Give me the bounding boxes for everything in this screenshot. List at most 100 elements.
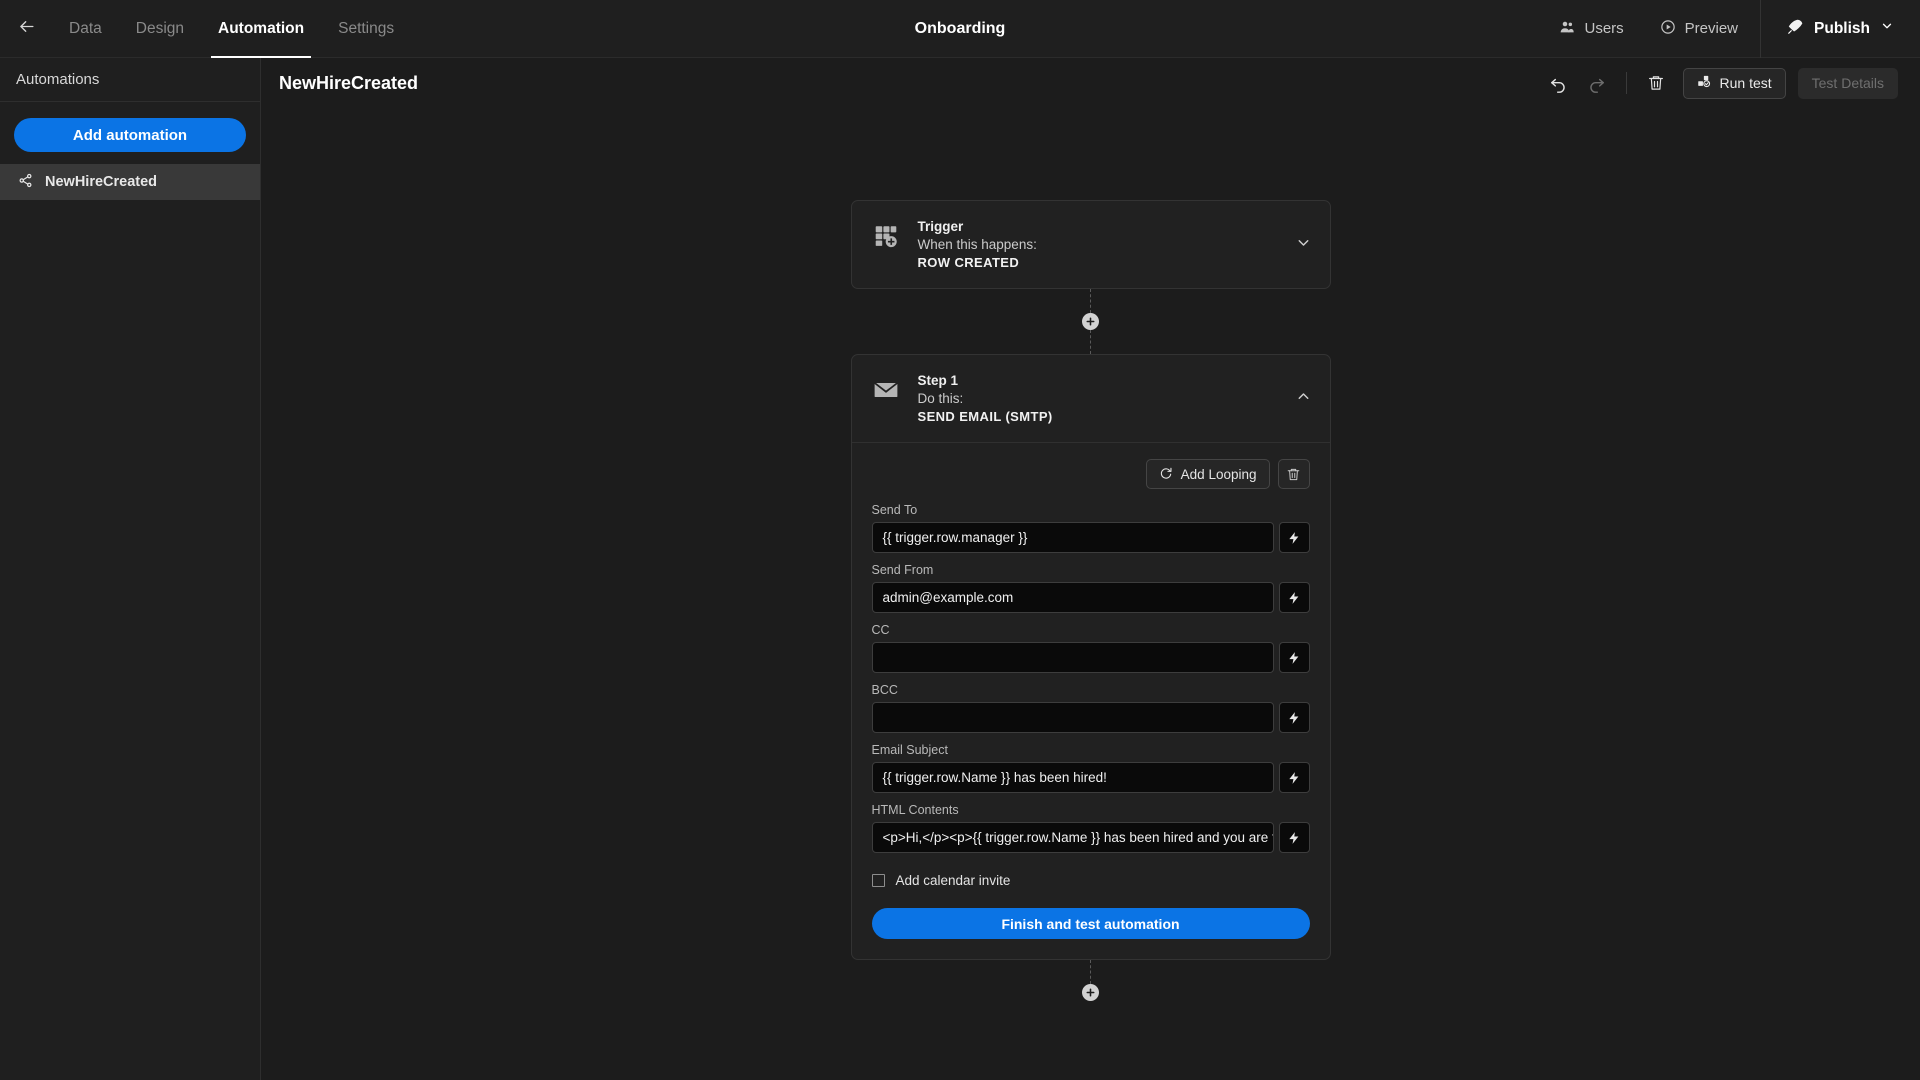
bcc-binding-button[interactable] [1278,702,1310,733]
add-automation-button[interactable]: Add automation [14,118,246,152]
email-subject-binding-button[interactable] [1278,762,1310,793]
users-label: Users [1584,20,1624,37]
add-looping-button[interactable]: Add Looping [1145,459,1270,489]
top-bar-divider [1760,0,1762,58]
connector-line-bottom [1090,330,1091,354]
tab-design-label: Design [135,19,184,37]
run-test-button[interactable]: Run test [1682,67,1786,99]
app-body: Automations Add automation NewHireCreate… [0,58,1920,1080]
envelope-icon [872,376,900,404]
redo-button[interactable] [1580,67,1614,99]
step-1-action: SEND EMAIL (SMTP) [917,409,1053,424]
send-from-binding-button[interactable] [1278,582,1310,613]
send-from-row: admin@example.com [871,582,1310,613]
play-circle-icon [1660,19,1676,39]
sidebar-item-newhirecreated[interactable]: NewHireCreated [0,164,260,200]
test-details-button[interactable]: Test Details [1797,67,1898,99]
tab-settings-label: Settings [338,19,395,37]
step-1-card-header[interactable]: Step 1 Do this: SEND EMAIL (SMTP) [852,355,1330,442]
tab-design[interactable]: Design [119,0,201,58]
connector-line-top [1090,289,1091,313]
trigger-action: ROW CREATED [917,255,1020,270]
connector-trigger-to-step1 [1082,289,1099,354]
step-1-card-text: Step 1 Do this: SEND EMAIL (SMTP) [918,373,1053,424]
bcc-input[interactable] [871,702,1274,733]
cc-row [871,642,1310,673]
automation-canvas[interactable]: Trigger When this happens: ROW CREATED S… [261,108,1920,1080]
loop-refresh-icon [1159,466,1173,483]
tab-automation[interactable]: Automation [201,0,321,58]
step-1-card-body: Add Looping Send To {{trigger.row.manag… [851,442,1330,959]
automations-sidebar: Automations Add automation NewHireCreate… [0,58,261,1080]
main-nav-tabs: Data Design Automation Settings [52,0,411,58]
send-to-binding-button[interactable] [1278,522,1310,553]
back-button[interactable] [0,0,52,58]
send-to-input[interactable]: {{ trigger.row.manager }} [871,522,1274,553]
toolbar-divider [1625,72,1627,94]
add-automation-wrap: Add automation [0,102,260,164]
add-calendar-invite-row[interactable]: Add calendar invite [871,873,1310,888]
email-subject-row: {{ trigger.row.Name }} has been hired! [871,762,1310,793]
send-from-input[interactable]: admin@example.com [871,582,1274,613]
top-bar: Data Design Automation Settings Onboardi… [0,0,1920,58]
tab-data[interactable]: Data [52,0,119,58]
preview-label: Preview [1684,20,1739,37]
tab-settings[interactable]: Settings [321,0,411,58]
automation-header: NewHireCreated Run test Test Details [261,58,1920,108]
header-toolbar: Run test Test Details [1542,67,1898,99]
step-1-collapse-chevron-up-icon[interactable] [1295,388,1312,410]
step-1-kicker: Step 1 [917,373,959,388]
finish-and-test-automation-button[interactable]: Finish and test automation [871,908,1310,939]
step-1-subtitle: Do this: [917,391,964,406]
preview-button[interactable]: Preview [1642,0,1756,58]
publish-rocket-icon [1787,18,1804,40]
cc-binding-button[interactable] [1278,642,1310,673]
step-1-card[interactable]: Step 1 Do this: SEND EMAIL (SMTP) Add Lo… [850,354,1331,960]
email-subject-label: Email Subject [871,743,948,757]
trigger-kicker: Trigger [917,219,964,234]
bcc-row [871,702,1310,733]
share-nodes-icon [18,173,33,192]
publish-button[interactable]: Publish [1765,0,1920,58]
html-contents-label: HTML Contents [871,803,959,817]
delete-automation-button[interactable] [1639,67,1673,99]
connector-line-tail [1090,960,1091,984]
main-panel: NewHireCreated Run test Test Details Tri… [261,58,1920,1080]
connector-after-step1 [1082,960,1099,1001]
chevron-down-icon[interactable] [1880,19,1894,38]
send-to-row: {{ trigger.row.manager }} [871,522,1310,553]
add-calendar-invite-checkbox[interactable] [871,874,885,887]
run-test-label: Run test [1719,75,1772,91]
email-subject-input[interactable]: {{ trigger.row.Name }} has been hired! [871,762,1274,793]
send-from-label: Send From [871,563,934,577]
tab-data-label: Data [69,19,102,37]
trigger-card-header[interactable]: Trigger When this happens: ROW CREATED [852,201,1330,288]
undo-button[interactable] [1542,67,1576,99]
sidebar-item-label: NewHireCreated [45,174,158,190]
html-contents-binding-button[interactable] [1278,822,1310,853]
bcc-label: BCC [871,683,898,697]
trigger-card[interactable]: Trigger When this happens: ROW CREATED [850,200,1331,289]
publish-label: Publish [1814,19,1870,37]
run-test-icon [1697,74,1712,92]
html-contents-input[interactable]: <p>Hi,</p><p>{{ trigger.row.Name }} has … [871,822,1274,853]
cc-input[interactable] [871,642,1274,673]
cc-label: CC [871,623,890,637]
add-step-button-2[interactable] [1082,984,1099,1001]
html-contents-row: <p>Hi,</p><p>{{ trigger.row.Name }} has … [871,822,1310,853]
trigger-expand-chevron-down-icon[interactable] [1295,234,1312,256]
trigger-card-text: Trigger When this happens: ROW CREATED [918,219,1037,270]
tab-automation-label: Automation [218,19,305,37]
table-row-add-icon [872,222,900,250]
step-1-body-tools: Add Looping [872,459,1310,489]
automation-flow: Trigger When this happens: ROW CREATED S… [261,200,1920,1001]
page-title: NewHireCreated [279,72,419,93]
send-to-label: Send To [871,503,918,517]
add-calendar-invite-label: Add calendar invite [895,873,1011,888]
users-button[interactable]: Users [1541,0,1641,58]
delete-step-button[interactable] [1277,459,1310,489]
top-bar-actions: Users Preview Publish [1541,0,1920,58]
arrow-left-icon [17,17,36,41]
users-icon [1559,19,1575,39]
add-step-button-1[interactable] [1082,313,1099,330]
